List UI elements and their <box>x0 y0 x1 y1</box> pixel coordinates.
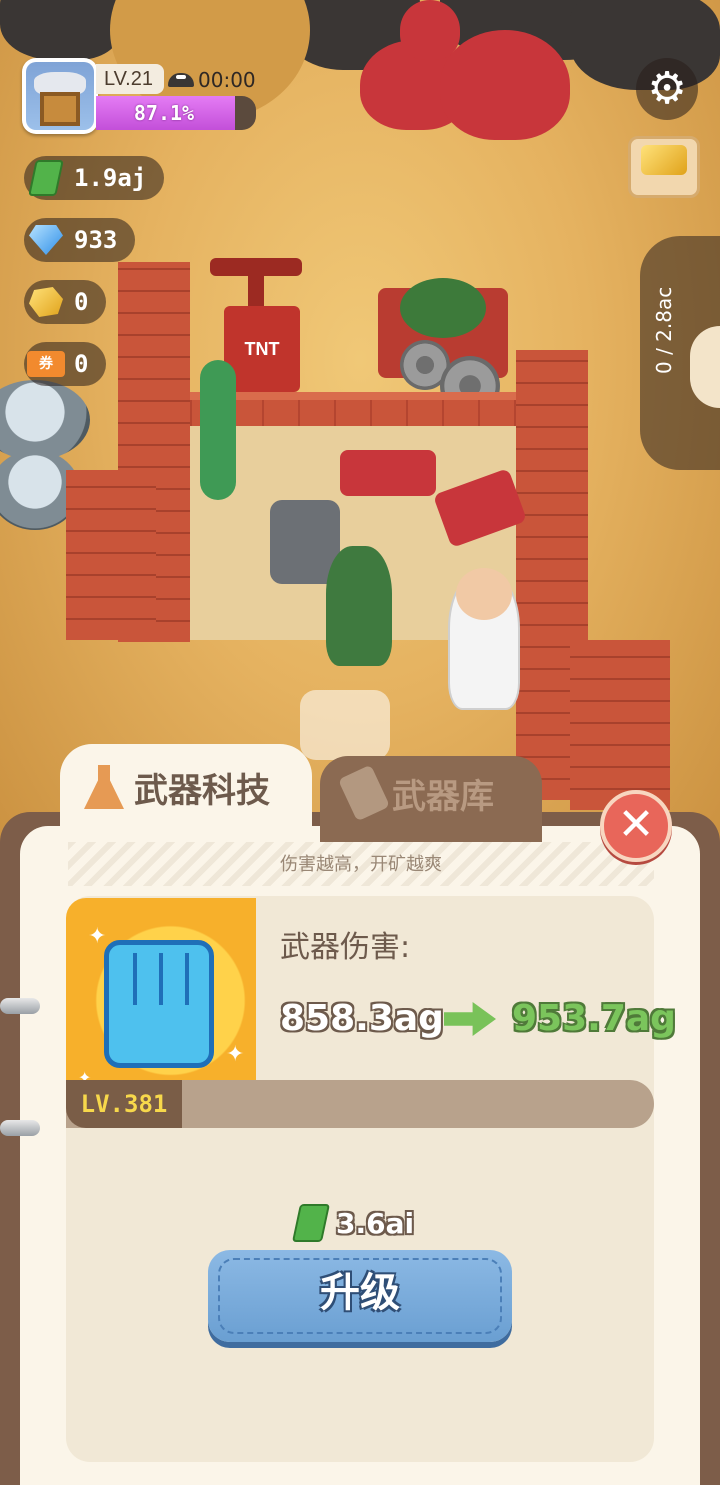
timer-text: 00:00 <box>198 68 256 92</box>
ticket-value: 0 <box>74 350 89 378</box>
tab-weapon-tech[interactable]: 武器科技 <box>60 744 312 840</box>
binder-ring <box>0 1120 40 1136</box>
red-ore-pile <box>440 30 570 140</box>
anchor-weapon <box>200 360 236 500</box>
brick-wall <box>570 640 670 810</box>
cash-counter[interactable]: 1.9aj <box>24 156 165 200</box>
ticket-icon: 券 <box>27 351 65 377</box>
boost-timer[interactable]: 00:00 <box>168 66 256 94</box>
cash-icon <box>28 160 64 196</box>
miner-character <box>326 546 392 666</box>
tab-weapon-tech-label: 武器科技 <box>134 770 270 811</box>
upgrade-button[interactable]: 升级 <box>208 1250 512 1342</box>
punch-glove-weapon <box>340 450 436 496</box>
sparkle-icon: ✦ <box>226 1042 245 1067</box>
landmine <box>400 278 486 338</box>
upgrade-cost: 3.6ai <box>291 1200 415 1246</box>
dynamite-icon <box>337 764 391 822</box>
diamond-counter[interactable]: 933 <box>24 218 136 262</box>
ticket-counter[interactable]: 券 0 <box>24 342 107 386</box>
cash-icon <box>291 1204 331 1242</box>
cloud-icon <box>168 73 194 87</box>
fist-icon <box>104 940 214 1068</box>
close-button[interactable]: ✕ <box>600 790 672 862</box>
next-damage: 953.7ag <box>512 998 676 1039</box>
gold-value: 0 <box>74 288 89 316</box>
storage-capacity: 0 / 2.8ac <box>652 286 676 374</box>
binder-ring <box>0 998 40 1014</box>
weapon-damage-label: 武器伤害: <box>280 930 411 965</box>
current-damage: 858.3ag <box>280 998 444 1039</box>
cash-value: 1.9aj <box>74 164 147 192</box>
upgrade-cost-value: 3.6ai <box>336 1206 415 1240</box>
scientist-head <box>456 568 512 620</box>
mine-avatar-icon <box>26 62 94 130</box>
gold-counter[interactable]: 0 <box>24 280 107 324</box>
tab-armory[interactable]: 武器库 <box>320 756 542 842</box>
weapon-level: LV.381 <box>66 1080 182 1128</box>
close-icon: ✕ <box>617 799 655 850</box>
brick-wall <box>66 470 156 640</box>
player-level: LV.21 <box>96 64 164 94</box>
diamond-icon <box>29 225 63 255</box>
diamond-value: 933 <box>74 226 118 254</box>
gold-chest-icon <box>641 145 687 175</box>
gold-icon <box>29 287 63 317</box>
rock <box>0 0 120 60</box>
upgrade-button-label: 升级 <box>320 1270 400 1316</box>
gear-icon: ⚙ <box>647 63 687 114</box>
player-avatar[interactable] <box>22 58 98 134</box>
gold-chest-button[interactable] <box>628 136 700 198</box>
flask-icon <box>84 765 124 809</box>
machine-device <box>0 380 90 460</box>
panel-subtitle: 伤害越高，开矿越爽 <box>280 854 442 875</box>
red-ore-pile <box>400 0 460 60</box>
fist-floor-icon <box>300 690 390 760</box>
settings-button[interactable]: ⚙ <box>636 58 698 120</box>
tab-armory-label: 武器库 <box>392 776 494 817</box>
sparkle-icon: ✦ <box>88 924 107 949</box>
progress-percent: 87.1% <box>133 101 195 125</box>
